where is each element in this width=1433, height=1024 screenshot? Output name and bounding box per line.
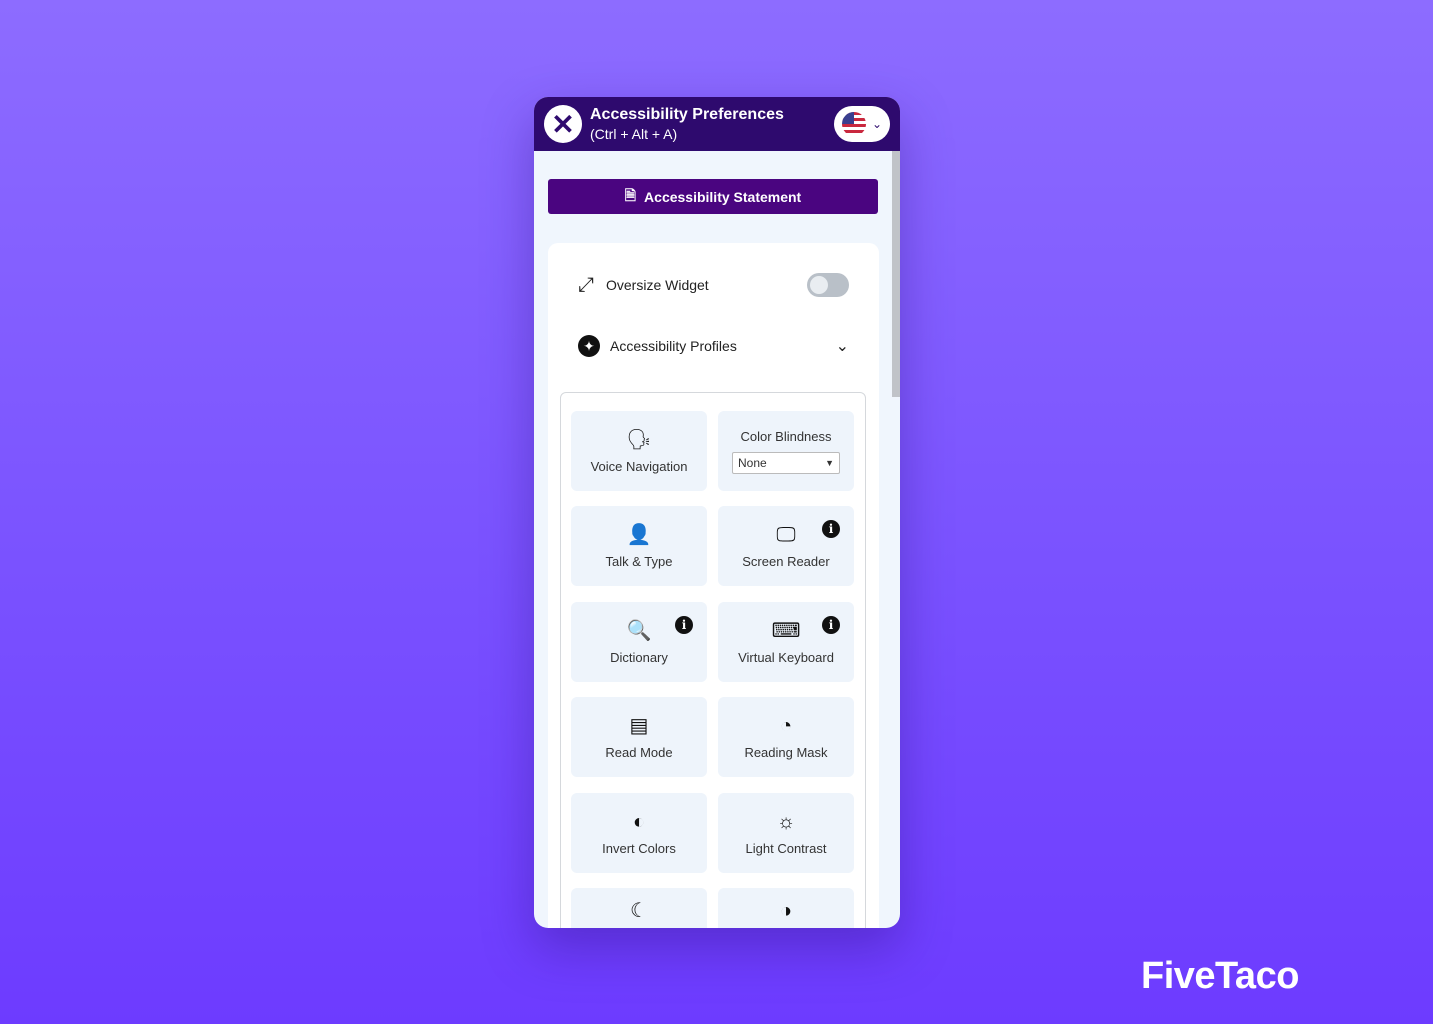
color-blindness-select[interactable]: None ▼: [732, 451, 840, 474]
moon-icon: ☾: [630, 900, 648, 922]
info-icon[interactable]: i: [822, 520, 840, 538]
info-icon[interactable]: i: [675, 616, 693, 634]
document-icon: ▤: [629, 714, 649, 737]
features-grid: 🗣 Voice Navigation Color Blindness None ▼ 👤…: [560, 392, 866, 928]
talk-type-tile[interactable]: 👤 Talk & Type: [571, 506, 707, 586]
dictionary-tile[interactable]: i 🔍 Dictionary: [571, 602, 707, 682]
virtual-keyboard-tile[interactable]: i ⌨ Virtual Keyboard: [718, 602, 854, 682]
mask-icon: ◔: [779, 714, 793, 737]
document-icon: 🗎: [624, 186, 637, 203]
fivetaco-logo: FiveTaco: [1141, 955, 1299, 997]
chevron-down-icon: ⌄: [835, 338, 849, 355]
dark-mode-tile[interactable]: ☾: [571, 888, 707, 928]
half-circle-icon: ◑: [779, 900, 793, 922]
voice-navigation-tile[interactable]: 🗣 Voice Navigation: [571, 411, 707, 491]
settings-card: ⤢ Oversize Widget ✦ Accessibility Profil…: [548, 243, 879, 928]
accessibility-person-icon: ✦: [578, 335, 600, 357]
screen-speaker-icon: 🖵: [776, 523, 796, 546]
keyboard-icon: ⌨: [771, 619, 801, 642]
color-blindness-tile: Color Blindness None ▼: [718, 411, 854, 491]
oversize-widget-row: ⤢ Oversize Widget: [578, 273, 849, 297]
panel-title: Accessibility Preferences: [590, 106, 784, 123]
expand-icon: ⤢: [578, 273, 594, 296]
shortcut-hint: (Ctrl + Alt + A): [590, 126, 678, 142]
magnifier-a-icon: 🔍: [626, 619, 652, 642]
oversize-widget-toggle[interactable]: [807, 273, 849, 297]
panel-header: ✕ Accessibility Preferences (Ctrl + Alt …: [534, 97, 900, 151]
us-flag-icon: [841, 112, 866, 136]
language-selector[interactable]: ⌄: [834, 106, 890, 142]
light-contrast-tile[interactable]: ☼ Light Contrast: [718, 793, 854, 873]
read-mode-tile[interactable]: ▤ Read Mode: [571, 697, 707, 777]
scrollbar[interactable]: [892, 151, 900, 397]
reading-mask-tile[interactable]: ◔ Reading Mask: [718, 697, 854, 777]
accessibility-statement-button[interactable]: 🗎 Accessibility Statement: [548, 179, 878, 214]
invert-drop-icon: ◐: [632, 810, 646, 833]
contrast-tile[interactable]: ◑: [718, 888, 854, 928]
sun-icon: ☼: [776, 810, 796, 833]
close-button[interactable]: ✕: [544, 105, 582, 143]
accessibility-profiles-toggle[interactable]: ✦ Accessibility Profiles ⌄: [578, 335, 849, 357]
caret-down-icon: ▼: [825, 457, 834, 468]
accessibility-panel: ✕ Accessibility Preferences (Ctrl + Alt …: [534, 97, 900, 928]
voice-head-icon: 🗣: [626, 428, 652, 451]
info-icon[interactable]: i: [822, 616, 840, 634]
close-icon: ✕: [551, 108, 575, 140]
screen-reader-tile[interactable]: i 🖵 Screen Reader: [718, 506, 854, 586]
chevron-down-icon: ⌄: [871, 117, 883, 131]
speaking-head-icon: 👤: [626, 523, 652, 546]
invert-colors-tile[interactable]: ◐ Invert Colors: [571, 793, 707, 873]
